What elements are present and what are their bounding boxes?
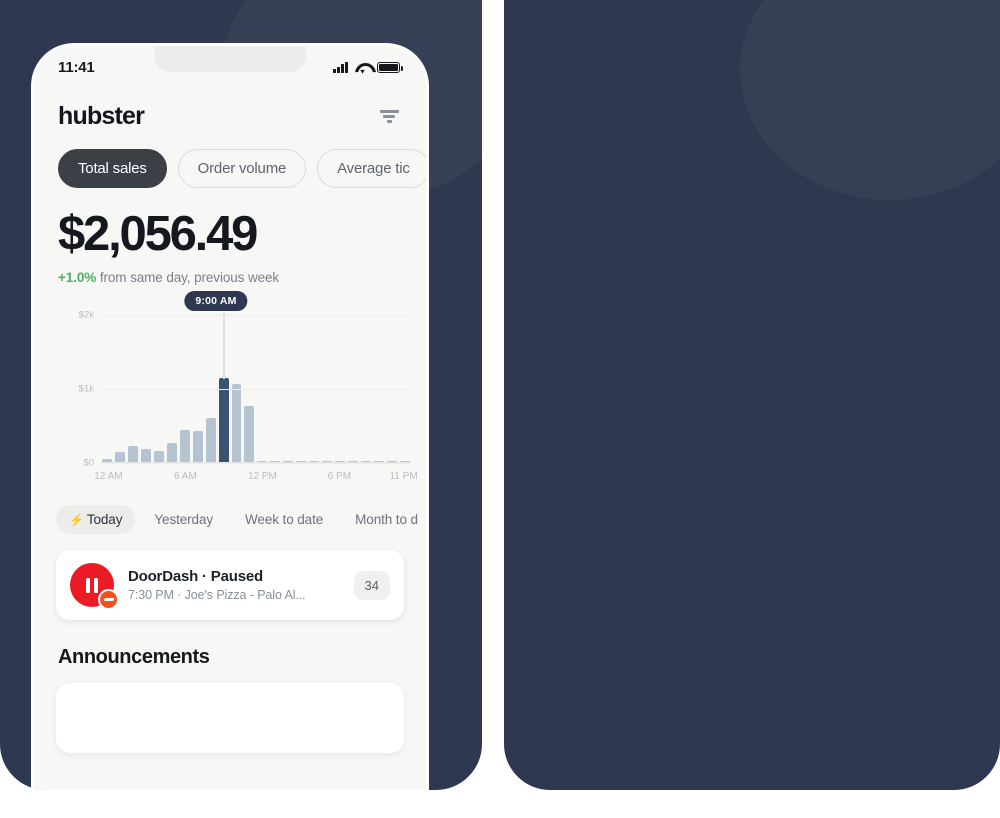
hourly-bar-chart: 9:00 AM $0 $1k $2k 12 AM 6 AM 12 PM 6 PM 11 PM bbox=[34, 285, 426, 501]
chart-tooltip: 9:00 AM bbox=[184, 291, 248, 311]
grid-line: $2k bbox=[79, 310, 410, 321]
right-panel: 11:41 Insights Business Operations bbox=[504, 0, 1000, 790]
pill-average-ticket[interactable]: Average tic bbox=[317, 149, 426, 188]
bolt-icon: ⚡ bbox=[69, 513, 84, 527]
tooltip-guide-line bbox=[223, 313, 225, 379]
x-axis-tick-label: 12 PM bbox=[247, 471, 277, 482]
y-axis-label: $0 bbox=[83, 457, 94, 469]
status-time: 11:41 bbox=[58, 58, 95, 76]
screenshot-stage: 11:41 hubster Total sales Order volume A… bbox=[0, 0, 1000, 818]
x-axis-tick-label: 11 PM bbox=[389, 471, 418, 482]
bar[interactable] bbox=[231, 383, 242, 462]
bar[interactable] bbox=[244, 405, 255, 462]
status-icon-group bbox=[333, 61, 403, 73]
y-axis-label: $1k bbox=[78, 383, 94, 395]
bar[interactable] bbox=[283, 461, 294, 462]
left-panel: 11:41 hubster Total sales Order volume A… bbox=[0, 0, 482, 790]
app-header-1: hubster bbox=[34, 88, 426, 139]
bar[interactable] bbox=[348, 461, 359, 462]
bar[interactable] bbox=[192, 430, 203, 462]
x-axis-tick-label: 6 AM bbox=[174, 471, 197, 482]
panel-glow-2 bbox=[740, 0, 1000, 200]
range-today[interactable]: ⚡ Today bbox=[56, 505, 136, 534]
range-week-to-date[interactable]: Week to date bbox=[232, 505, 336, 534]
bar[interactable] bbox=[166, 442, 177, 462]
cellular-bars-icon bbox=[333, 61, 348, 73]
x-axis-labels: 12 AM 6 AM 12 PM 6 PM 11 PM bbox=[94, 471, 417, 487]
phone-mockup-dashboard: 11:41 hubster Total sales Order volume A… bbox=[34, 46, 426, 790]
y-axis-label: $2k bbox=[78, 309, 94, 321]
bar[interactable] bbox=[153, 450, 164, 462]
bar[interactable] bbox=[140, 449, 151, 462]
grid-line: $0 bbox=[83, 458, 410, 469]
order-text: DoorDash · Paused 7:30 PM · Joe's Pizza … bbox=[128, 568, 340, 602]
range-tab-row: ⚡ Today Yesterday Week to date Month to d bbox=[34, 501, 426, 534]
bar[interactable] bbox=[361, 461, 372, 462]
bar[interactable] bbox=[257, 461, 268, 462]
bar[interactable] bbox=[322, 461, 333, 462]
pill-order-volume[interactable]: Order volume bbox=[177, 149, 307, 188]
range-month-to-date[interactable]: Month to d bbox=[342, 505, 426, 534]
bar[interactable] bbox=[205, 418, 216, 462]
battery-full-icon bbox=[377, 61, 403, 73]
bar[interactable] bbox=[114, 452, 125, 462]
doordash-icon bbox=[98, 589, 119, 610]
order-subtitle: 7:30 PM · Joe's Pizza - Palo Al... bbox=[128, 588, 306, 602]
bar[interactable] bbox=[102, 459, 112, 462]
bar[interactable] bbox=[399, 461, 410, 462]
wifi-icon bbox=[355, 62, 370, 73]
total-sales-amount: $2,056.49 bbox=[58, 207, 258, 261]
order-count-badge: 34 bbox=[353, 570, 390, 600]
hubster-logo: hubster bbox=[58, 102, 145, 130]
order-title: DoorDash · Paused bbox=[128, 568, 263, 585]
announcement-card-placeholder[interactable] bbox=[56, 683, 404, 753]
announcements-heading: Announcements bbox=[58, 646, 210, 668]
delta-text: from same day, previous week bbox=[99, 270, 280, 285]
filter-icon[interactable] bbox=[376, 106, 402, 128]
delta-value: +1.0% bbox=[58, 270, 97, 285]
bar[interactable] bbox=[335, 461, 346, 462]
bar[interactable] bbox=[296, 461, 307, 462]
bar[interactable] bbox=[374, 461, 384, 462]
pill-total-sales[interactable]: Total sales bbox=[58, 149, 167, 188]
grid-line: $1k bbox=[79, 384, 410, 395]
bar[interactable] bbox=[179, 430, 190, 462]
total-sales-delta: +1.0% from same day, previous week bbox=[34, 262, 426, 285]
range-yesterday[interactable]: Yesterday bbox=[141, 505, 226, 534]
metric-pill-row: Total sales Order volume Average tic bbox=[34, 139, 426, 194]
order-avatar bbox=[70, 563, 119, 610]
order-status-card[interactable]: DoorDash · Paused 7:30 PM · Joe's Pizza … bbox=[56, 550, 404, 627]
status-bar-1: 11:41 bbox=[34, 46, 426, 88]
range-today-label: Today bbox=[86, 512, 123, 527]
bar-chart-plot: $0 $1k $2k bbox=[79, 310, 410, 469]
x-axis-tick-label: 12 AM bbox=[94, 471, 123, 482]
x-axis-tick-label: 6 PM bbox=[327, 471, 352, 482]
bar[interactable] bbox=[270, 461, 281, 462]
bar[interactable] bbox=[309, 461, 320, 462]
bar[interactable] bbox=[127, 446, 138, 462]
bar[interactable] bbox=[218, 377, 229, 462]
bar[interactable] bbox=[386, 461, 397, 462]
